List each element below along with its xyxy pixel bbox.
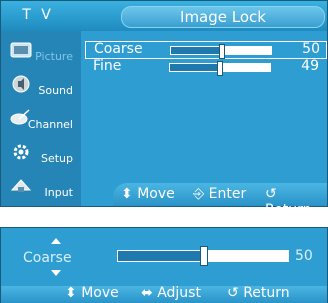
sidebar-item-setup[interactable]: Setup [1,137,81,171]
enter-icon: ⎆ [193,186,205,202]
left-right-arrows-icon: ⬌ [141,285,153,301]
adjust-help-bar: ⬍ Move ⬌ Adjust ↺ Return [1,285,327,303]
sidebar-item-picture[interactable]: Picture [1,35,81,69]
adjust-hint-label: Adjust [157,285,201,301]
move-hint-label: Move [81,285,119,301]
return-icon: ↺ [227,285,239,301]
image-lock-menu: T V Image Lock Picture Sound Channel Set… [0,0,328,218]
sidebar-item-channel[interactable]: Channel [1,103,81,137]
picture-icon [10,42,32,58]
coarse-slider-thumb[interactable] [219,44,225,59]
sidebar-item-label: Input [44,186,73,199]
enter-hint-label: Enter [208,186,247,202]
fine-value: 49 [301,58,319,74]
fine-row[interactable]: Fine 49 [85,58,325,76]
return-hint-label: Return [243,285,290,301]
return-icon: ↺ [265,186,277,202]
fine-label: Fine [93,58,122,74]
sidebar: Picture Sound Channel Setup Input [1,31,81,206]
sidebar-item-label: Picture [35,50,73,63]
adjust-value: 50 [295,248,313,264]
settings-panel: Coarse 50 Fine 49 [81,31,327,181]
move-hint: ⬍ Move [65,285,119,301]
up-arrow-icon[interactable] [51,238,61,244]
enter-hint: ⎆ Enter [193,186,246,202]
sidebar-item-sound[interactable]: Sound [1,69,81,103]
coarse-row[interactable]: Coarse 50 [85,41,327,59]
setup-icon [13,144,29,160]
fine-slider-fill [170,64,219,71]
menu-header: T V Image Lock [1,1,327,31]
help-bar: ⬍ Move ⎆ Enter ↺ Return [113,183,327,218]
down-arrow-icon[interactable] [51,270,61,276]
up-down-arrows-icon: ⬍ [121,186,133,202]
menu-title: Image Lock [121,6,325,28]
sound-icon [12,75,30,93]
move-hint-label: Move [137,186,175,202]
coarse-slider[interactable] [170,44,272,59]
adjust-slider-fill [118,251,203,261]
coarse-value: 50 [302,41,320,57]
coarse-slider-fill [171,47,221,54]
fine-slider-thumb[interactable] [217,61,223,76]
adjust-label: Coarse [23,250,72,266]
sidebar-item-label: Channel [27,118,73,131]
return-hint-label: Return [265,202,312,218]
adjust-slider-thumb[interactable] [200,246,208,266]
menu-section-label: T V [22,7,54,23]
input-icon [10,179,32,192]
sidebar-item-label: Sound [38,84,73,97]
coarse-label: Coarse [94,41,143,57]
up-down-arrows-icon: ⬍ [65,285,77,301]
sidebar-item-label: Setup [40,152,73,165]
adjust-hint: ⬌ Adjust [141,285,201,301]
return-hint: ↺ Return [227,285,290,301]
adjust-slider[interactable] [117,246,289,266]
move-hint: ⬍ Move [121,186,175,202]
fine-slider[interactable] [169,61,271,76]
sidebar-item-input[interactable]: Input [1,171,81,205]
return-hint: ↺ Return [265,186,327,218]
coarse-adjust-bar: Coarse 50 ⬍ Move ⬌ Adjust ↺ Return [0,227,328,303]
